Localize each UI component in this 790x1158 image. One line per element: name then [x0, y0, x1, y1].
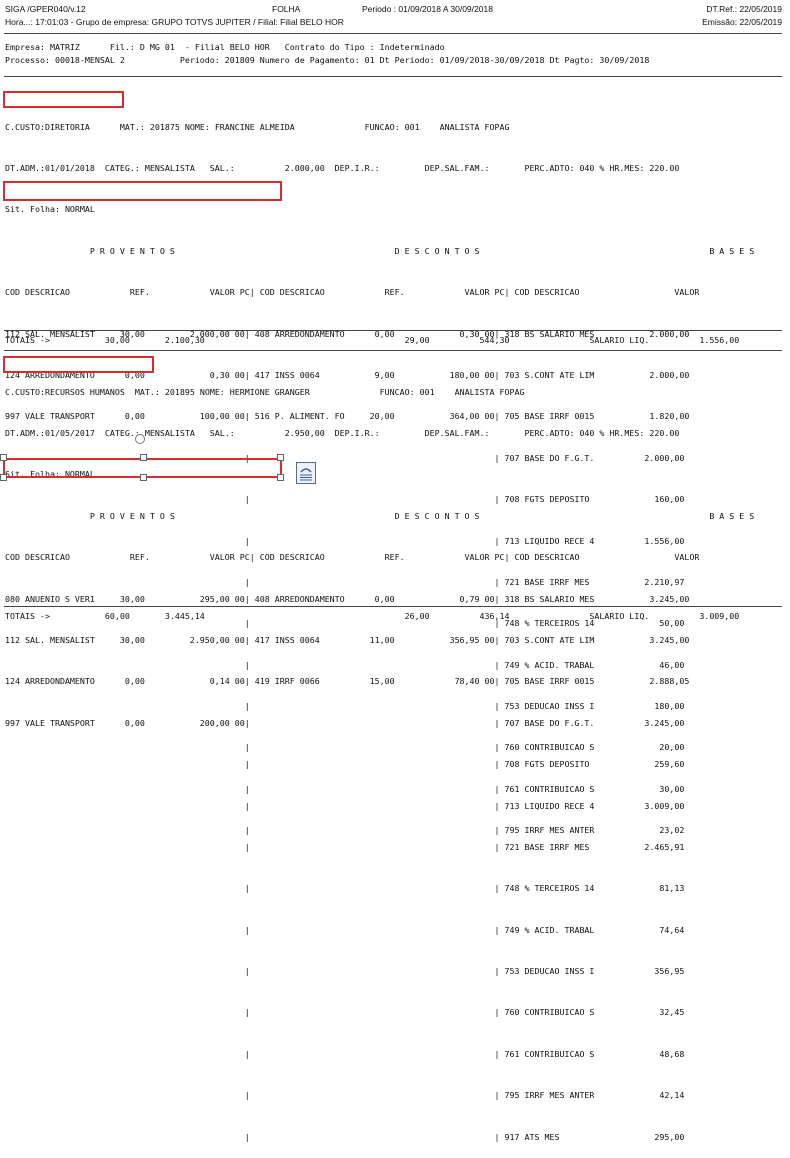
cost-center-line: C.CUSTO:RECURSOS HUMANOS MAT.: 201895 NO… [5, 386, 754, 400]
program-id: SIGA /GPER040/v.12 [5, 4, 86, 14]
section-header: P R O V E N T O S D E S C O N T O S B A … [5, 245, 755, 256]
table-row: | | 749 % ACID. TRABAL 74,64 [5, 924, 685, 935]
table-row: | | 795 IRRF MES ANTER 42,14 [5, 1090, 685, 1101]
company-line: Empresa: MATRIZ Fil.: D MG 01 - Filial B… [5, 42, 445, 52]
table-row: | | 748 % TERCEIROS 14 81,13 [5, 883, 685, 894]
employee-admission-line: DT.ADM.:01/05/2017 CATEG.: MENSALISTA SA… [5, 427, 680, 438]
employee-admission-line: DT.ADM.:01/01/2018 CATEG.: MENSALISTA SA… [5, 162, 680, 173]
table-row: 124 ARREDONDAMENTO 0,00 0,14 00| 419 IRR… [5, 676, 690, 687]
totals-row: TOTAIS -> 30,00 2.100,30 29,00 544,30 SA… [5, 335, 740, 345]
report-period: Periodo : 01/09/2018 A 30/09/2018 [362, 4, 493, 14]
employee-divider [4, 350, 782, 351]
totals-divider [4, 606, 782, 607]
layout-options-icon[interactable] [296, 462, 316, 484]
table-row: 997 VALE TRANSPORT 0,00 200,00 00| | 707… [5, 717, 685, 728]
column-header: COD DESCRICAO REF. VALOR PC| COD DESCRIC… [5, 552, 700, 563]
table-row: 080 ANUENIO S VER1 30,00 295,00 00| 408 … [5, 593, 690, 604]
report-title: FOLHA [272, 4, 301, 14]
cost-center-highlight [3, 356, 154, 373]
employee-block: C.CUSTO:RECURSOS HUMANOS MAT.: 201895 NO… [5, 358, 754, 1158]
section-header: P R O V E N T O S D E S C O N T O S B A … [5, 510, 755, 521]
table-row: | | 708 FGTS DEPOSITO 259,60 [5, 759, 685, 770]
cost-center-label: C.CUSTO:RECURSOS HUMANOS [5, 386, 125, 397]
ref-date: DT.Ref.: 22/05/2019 [706, 4, 782, 14]
employee-info: MAT.: 201875 NOME: FRANCINE ALMEIDA FUNC… [119, 121, 510, 132]
table-row: | | 721 BASE IRRF MES 2.465,91 [5, 841, 685, 852]
vale-transport-highlight [3, 181, 282, 201]
report-time-company: Hora...: 17:01:03 - Grupo de empresa: GR… [5, 17, 344, 27]
employee-info: MAT.: 201895 NOME: HERMIONE GRANGER FUNC… [134, 386, 525, 397]
table-row: | | 917 ATS MES 295,00 [5, 1131, 685, 1142]
cost-center-line: C.CUSTO:DIRETORIA MAT.: 201875 NOME: FRA… [5, 121, 754, 135]
employee-status: Sit. Folha: NORMAL [5, 204, 95, 215]
process-line: Processo: 00018-MENSAL 2 Periodo: 201809… [5, 55, 650, 65]
table-row: 112 SAL. MENSALIST 30,00 2.950,00 00| 41… [5, 634, 690, 645]
resize-handle[interactable] [140, 454, 147, 461]
totals-divider [4, 330, 782, 331]
rotate-handle-icon[interactable] [135, 434, 145, 444]
header-divider [4, 33, 782, 34]
resize-handle[interactable] [277, 474, 284, 481]
table-row: | | 760 CONTRIBUICAO S 32,45 [5, 1007, 685, 1018]
resize-handle[interactable] [0, 454, 7, 461]
issue-date: Emissão: 22/05/2019 [702, 17, 782, 27]
cost-center-label: C.CUSTO:DIRETORIA [5, 121, 90, 132]
table-row: | | 713 LIQUIDO RECE 4 3.009,00 [5, 800, 685, 811]
resize-handle[interactable] [0, 474, 7, 481]
resize-handle[interactable] [140, 474, 147, 481]
column-header: COD DESCRICAO REF. VALOR PC| COD DESCRIC… [5, 287, 700, 298]
totals-row: TOTAIS -> 60,00 3.445,14 26,00 436,14 SA… [5, 611, 740, 621]
table-row: | | 753 DEDUCAO INSS I 356,95 [5, 966, 685, 977]
cost-center-highlight [3, 91, 124, 108]
company-divider [4, 76, 782, 77]
resize-handle[interactable] [277, 454, 284, 461]
table-row: | | 761 CONTRIBUICAO S 48,68 [5, 1048, 685, 1059]
